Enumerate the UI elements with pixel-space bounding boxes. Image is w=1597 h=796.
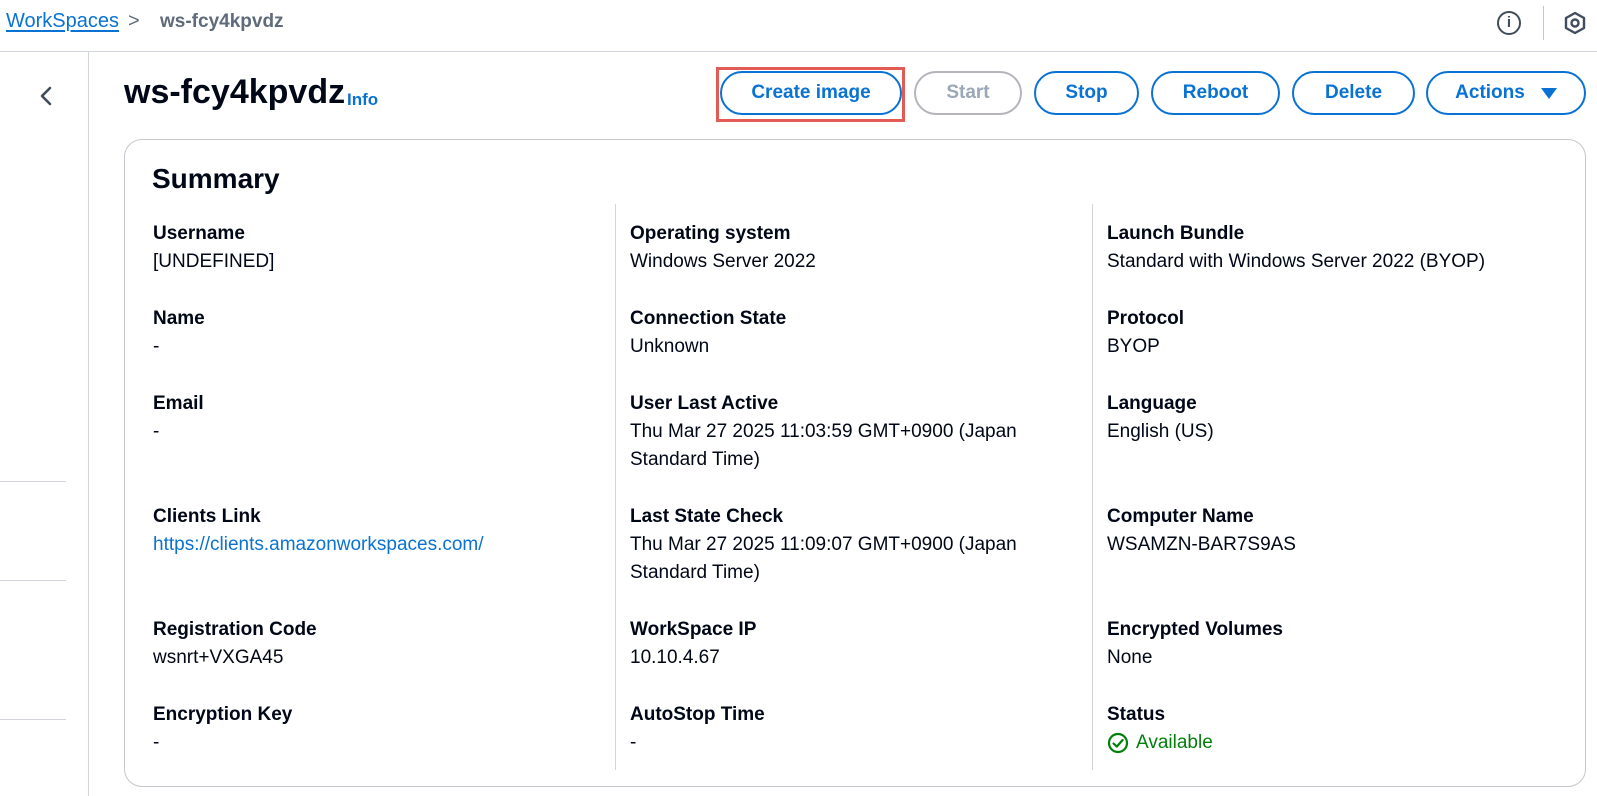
actions-dropdown-button[interactable]: Actions [1426,71,1586,115]
breadcrumb-separator: > [128,10,140,32]
side-navigation [0,52,89,796]
field-label: Registration Code [153,619,317,640]
chevron-left-icon[interactable] [32,80,60,112]
field-email: Email - [153,390,603,446]
field-encryption-key: Encryption Key - [153,701,603,757]
field-value: - [630,732,637,753]
field-value: wsnrt+VXGA45 [153,647,284,668]
field-value: BYOP [1107,336,1160,357]
field-value: - [153,732,160,753]
field-language: Language English (US) [1107,390,1557,446]
field-label: WorkSpace IP [630,619,757,640]
field-autostop-time: AutoStop Time - [630,701,1080,757]
breadcrumb-workspaces-link[interactable]: WorkSpaces [6,10,119,33]
delete-button[interactable]: Delete [1292,71,1415,115]
field-value: Standard with Windows Server 2022 (BYOP) [1107,251,1486,272]
field-value: - [153,421,160,442]
check-circle-icon [1107,732,1129,754]
reboot-button[interactable]: Reboot [1151,71,1280,115]
field-workspace-ip: WorkSpace IP 10.10.4.67 [630,616,1080,672]
field-label: Computer Name [1107,506,1254,527]
nav-divider [0,481,66,482]
field-label: Language [1107,393,1197,414]
field-label: Username [153,223,245,244]
field-last-state-check: Last State Check Thu Mar 27 2025 11:09:0… [630,503,1070,587]
field-label: Protocol [1107,308,1185,329]
field-label: User Last Active [630,393,779,414]
field-computer-name: Computer Name WSAMZN-BAR7S9AS [1107,503,1557,559]
nav-divider [0,580,66,581]
create-image-button[interactable]: Create image [720,71,902,115]
page-title: ws-fcy4kpvdz [124,73,346,111]
field-value: None [1107,647,1153,668]
status-indicator: Available [1107,729,1557,757]
nav-divider [0,719,66,720]
caret-down-icon [1540,87,1557,99]
field-label: Status [1107,704,1166,725]
field-label: Launch Bundle [1107,223,1245,244]
field-label: Email [153,393,204,414]
field-value: WSAMZN-BAR7S9AS [1107,534,1296,555]
field-user-last-active: User Last Active Thu Mar 27 2025 11:03:5… [630,390,1070,474]
breadcrumb-current: ws-fcy4kpvdz [160,11,284,32]
field-username: Username [UNDEFINED] [153,220,603,276]
column-divider [615,204,616,770]
field-label: Encryption Key [153,704,293,725]
actions-label: Actions [1455,82,1525,103]
field-label: AutoStop Time [630,704,765,725]
status-value: Available [1136,732,1213,753]
field-value: 10.10.4.67 [630,647,720,668]
field-operating-system: Operating system Windows Server 2022 [630,220,1080,276]
field-label: Operating system [630,223,791,244]
info-circle-icon[interactable]: i [1497,11,1521,35]
field-launch-bundle: Launch Bundle Standard with Windows Serv… [1107,220,1577,276]
field-status: Status Available [1107,701,1557,757]
field-value: - [153,336,160,357]
field-value: Windows Server 2022 [630,251,816,272]
hexagon-settings-icon[interactable] [1563,11,1587,35]
field-clients-link: Clients Link https://clients.amazonworks… [153,503,603,559]
field-value: Thu Mar 27 2025 11:09:07 GMT+0900 (Japan… [630,534,1017,583]
field-label: Encrypted Volumes [1107,619,1283,640]
summary-title: Summary [152,163,280,194]
field-label: Clients Link [153,506,261,527]
field-value: English (US) [1107,421,1214,442]
info-link[interactable]: Info [347,90,378,110]
field-label: Connection State [630,308,787,329]
field-value: [UNDEFINED] [153,251,275,272]
field-label: Name [153,308,205,329]
field-label: Last State Check [630,506,784,527]
stop-button[interactable]: Stop [1034,71,1139,115]
top-bar: WorkSpaces > ws-fcy4kpvdz i [0,0,1597,52]
field-value: Unknown [630,336,710,357]
field-name: Name - [153,305,603,361]
field-connection-state: Connection State Unknown [630,305,1080,361]
field-value: Thu Mar 27 2025 11:03:59 GMT+0900 (Japan… [630,421,1017,470]
field-encrypted-volumes: Encrypted Volumes None [1107,616,1557,672]
field-protocol: Protocol BYOP [1107,305,1557,361]
clients-link[interactable]: https://clients.amazonworkspaces.com/ [153,531,603,559]
column-divider [1092,204,1093,770]
field-registration-code: Registration Code wsnrt+VXGA45 [153,616,603,672]
topbar-divider [1543,6,1544,40]
start-button: Start [914,71,1022,115]
